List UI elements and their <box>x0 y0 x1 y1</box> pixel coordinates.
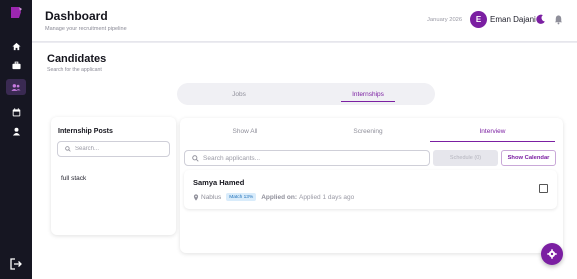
posts-search-input[interactable] <box>75 146 165 152</box>
bell-icon[interactable] <box>553 14 564 25</box>
applicants-search-box[interactable] <box>184 150 430 166</box>
applicants-search-input[interactable] <box>203 154 423 162</box>
tab-interview[interactable]: Interview <box>430 128 555 142</box>
show-calendar-button[interactable]: Show Calendar <box>501 150 556 166</box>
main-content: Candidates Search for the applicant Jobs… <box>32 43 577 279</box>
users-icon <box>11 83 21 91</box>
briefcase-icon <box>11 61 21 69</box>
moon-icon[interactable] <box>535 14 546 25</box>
sidebar-item-candidates[interactable] <box>6 79 26 95</box>
avatar[interactable]: E <box>470 11 487 28</box>
list-item[interactable]: full stack <box>61 175 86 182</box>
tab-jobs[interactable]: Jobs <box>177 83 301 105</box>
sidebar-item-home[interactable] <box>9 39 23 53</box>
page-title: Candidates <box>47 53 107 65</box>
candidate-meta: Nablus Match 13% Applied on: Applied 1 d… <box>193 193 354 201</box>
internship-posts-card: Internship Posts full stack <box>51 117 176 235</box>
top-header: Dashboard Manage your recruitment pipeli… <box>32 0 577 42</box>
page-subtitle: Search for the applicant <box>47 67 102 73</box>
settings-fab-button[interactable] <box>541 243 563 265</box>
applied-on-label: Applied on: <box>261 193 297 201</box>
current-date: January 2026 <box>427 17 463 23</box>
schedule-button[interactable]: Schedule (0) <box>433 150 498 166</box>
candidate-select-checkbox[interactable] <box>539 184 548 193</box>
tab-screening[interactable]: Screening <box>323 128 413 142</box>
app-subtitle: Manage your recruitment pipeline <box>45 26 127 32</box>
tab-internships[interactable]: Internships <box>301 83 435 105</box>
applied-on-value: Applied 1 days ago <box>298 193 355 201</box>
calendar-icon <box>12 107 20 116</box>
search-icon <box>192 154 199 162</box>
app-title: Dashboard <box>45 9 108 23</box>
sidebar-item-profile[interactable] <box>9 124 23 138</box>
location-pin-icon <box>193 193 199 201</box>
match-badge: Match 13% <box>226 193 257 201</box>
person-icon <box>12 127 20 136</box>
app-logo-icon[interactable] <box>9 6 23 19</box>
gear-icon <box>547 249 557 259</box>
candidate-row[interactable]: Samya Hamed Nablus Match 13% Applied on:… <box>184 170 557 209</box>
logout-icon[interactable] <box>9 257 23 271</box>
candidates-panel: Show All Screening Interview Schedule (0… <box>180 118 563 253</box>
search-icon <box>65 146 71 152</box>
sidebar-item-jobs[interactable] <box>9 58 23 72</box>
user-name[interactable]: Eman Dajani <box>490 15 536 24</box>
internship-posts-title: Internship Posts <box>58 128 113 135</box>
home-icon <box>11 42 21 50</box>
candidate-name[interactable]: Samya Hamed <box>193 178 244 187</box>
job-type-tabs: Jobs Internships <box>177 83 435 105</box>
tab-show-all[interactable]: Show All <box>200 128 290 142</box>
sidebar <box>0 0 32 279</box>
sidebar-item-calendar[interactable] <box>9 105 23 119</box>
posts-search-box[interactable] <box>57 141 170 157</box>
candidate-location: Nablus <box>201 193 222 201</box>
